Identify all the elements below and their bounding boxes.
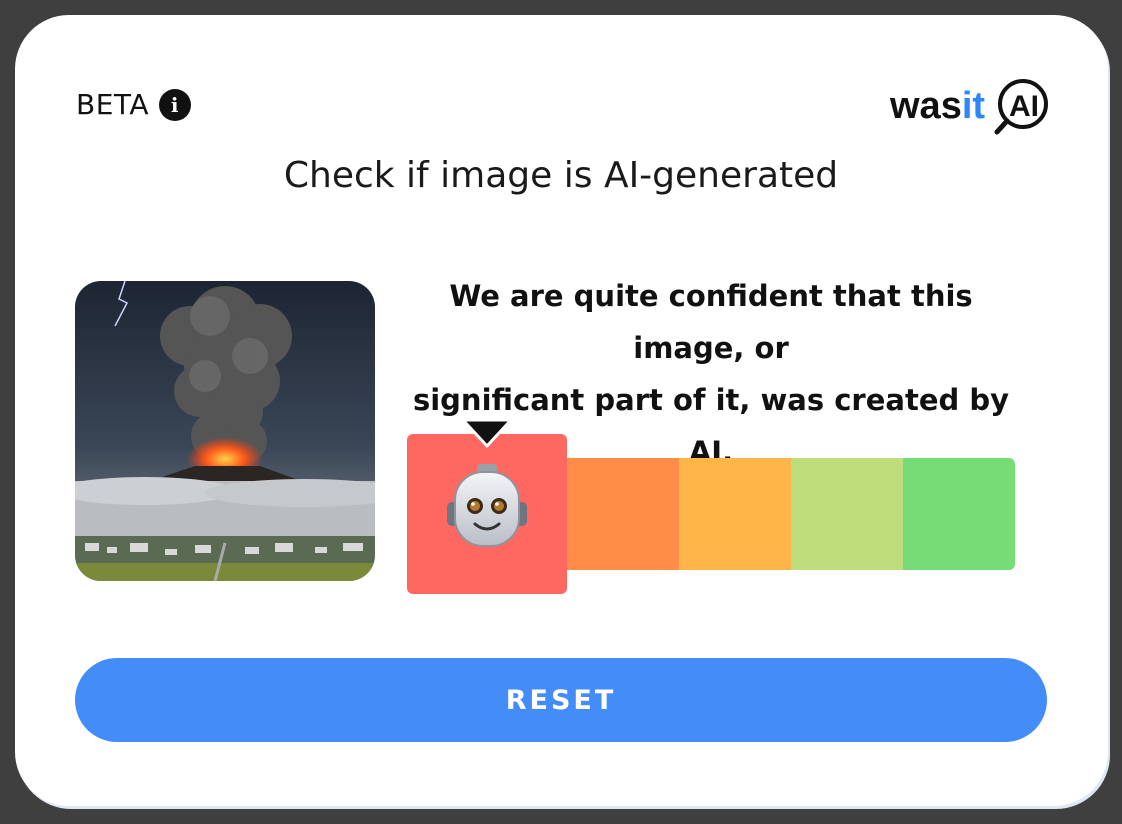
page-title: Check if image is AI-generated [283,155,839,196]
info-icon[interactable]: i [158,88,191,121]
scale-level-3 [679,458,791,570]
confidence-scale [407,420,1015,595]
beta-label: BETA [76,88,149,121]
uploaded-image [75,281,375,581]
wasitai-logo: wasit AI [890,79,1048,135]
beta-badge: BETA i [76,88,191,121]
scale-level-2 [567,458,679,570]
reset-button[interactable]: RESET [75,658,1047,742]
svg-text:AI: AI [1009,90,1039,123]
verdict-line-1: We are quite confident that this image, … [449,279,973,365]
scale-level-5 [903,458,1015,570]
robot-face-icon [447,464,527,547]
scale-level-4 [791,458,903,570]
svg-text:wasit: wasit [890,85,985,127]
pointer-triangle-icon [461,420,513,448]
